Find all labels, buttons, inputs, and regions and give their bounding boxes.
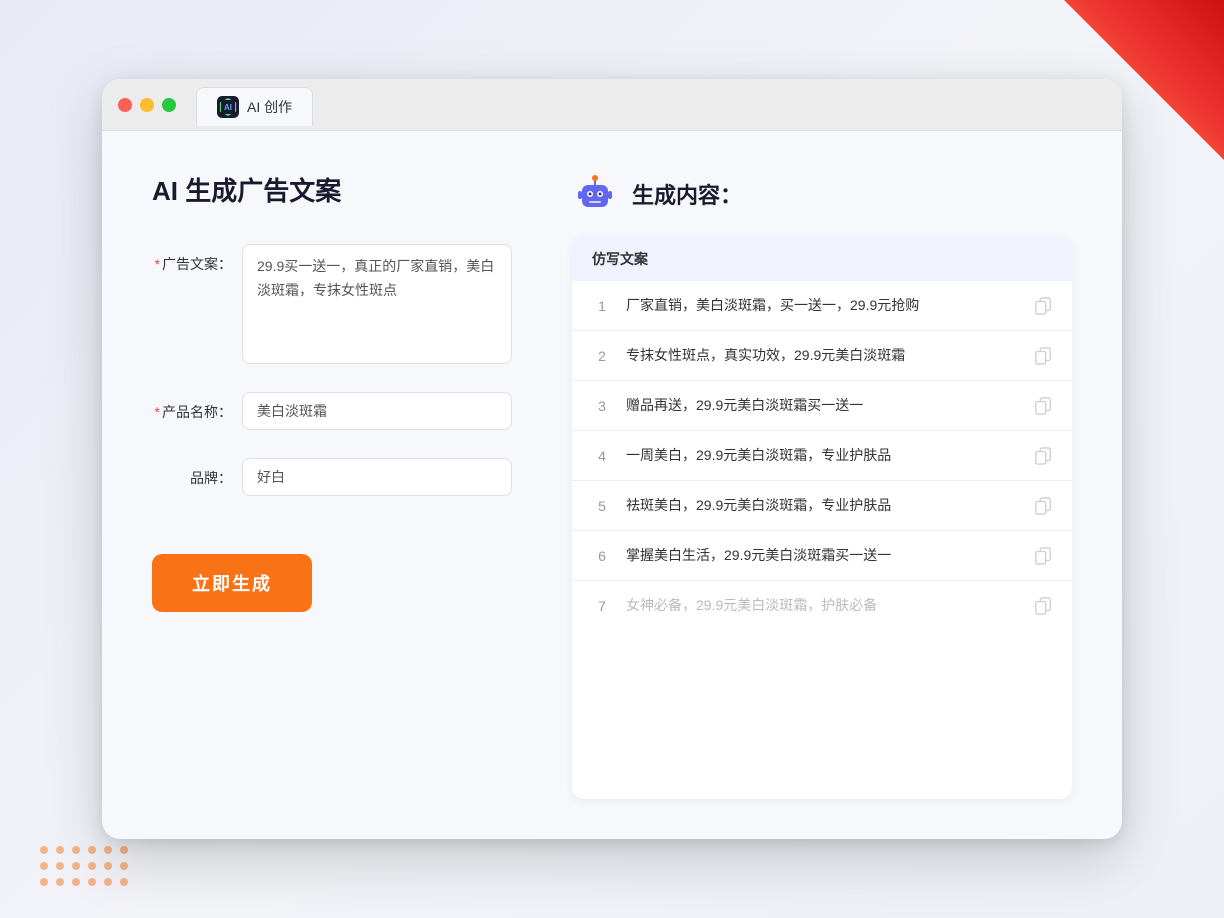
brand-group: 品牌： [152,458,512,496]
ad-copy-group: *广告文案： [152,244,512,364]
row-number: 6 [592,548,612,564]
copy-icon[interactable] [1034,397,1052,415]
generate-button[interactable]: 立即生成 [152,554,312,612]
result-table: 仿写文案 1 厂家直销，美白淡斑霜，买一送一，29.9元抢购 2 专抹女性斑点，真实… [572,237,1072,799]
ad-copy-label: *广告文案： [152,244,232,274]
required-star-1: * [155,256,160,272]
copy-icon[interactable] [1034,497,1052,515]
row-text: 专抹女性斑点，真实功效，29.9元美白淡斑霜 [626,345,1020,366]
tab-icon: AI [217,96,239,118]
dots-decoration [40,846,130,888]
table-row: 7 女神必备，29.9元美白淡斑霜，护肤必备 [572,581,1072,630]
browser-window: AI AI 创作 AI 生成广告文案 *广告文案： *产品名称： [102,79,1122,839]
table-row: 6 掌握美白生活，29.9元美白淡斑霜买一送一 [572,531,1072,581]
page-title: AI 生成广告文案 [152,171,512,208]
copy-icon[interactable] [1034,547,1052,565]
copy-icon[interactable] [1034,297,1052,315]
product-name-group: *产品名称： [152,392,512,430]
ad-copy-input[interactable] [242,244,512,364]
table-row: 1 厂家直销，美白淡斑霜，买一送一，29.9元抢购 [572,281,1072,331]
copy-icon[interactable] [1034,597,1052,615]
titlebar: AI AI 创作 [102,79,1122,131]
traffic-lights [118,98,176,112]
required-star-2: * [155,404,160,420]
row-number: 3 [592,398,612,414]
tab-icon-text: AI [224,103,232,112]
right-panel: 生成内容： 仿写文案 1 厂家直销，美白淡斑霜，买一送一，29.9元抢购 2 专抹女… [572,171,1072,799]
row-number: 5 [592,498,612,514]
brand-input[interactable] [242,458,512,496]
result-header: 生成内容： [572,171,1072,217]
main-content: AI 生成广告文案 *广告文案： *产品名称： 品牌： 立 [102,131,1122,839]
table-body: 1 厂家直销，美白淡斑霜，买一送一，29.9元抢购 2 专抹女性斑点，真实功效，29… [572,281,1072,630]
table-row: 5 祛斑美白，29.9元美白淡斑霜，专业护肤品 [572,481,1072,531]
row-text: 女神必备，29.9元美白淡斑霜，护肤必备 [626,595,1020,616]
minimize-button[interactable] [140,98,154,112]
row-number: 2 [592,348,612,364]
row-text: 一周美白，29.9元美白淡斑霜，专业护肤品 [626,445,1020,466]
table-row: 4 一周美白，29.9元美白淡斑霜，专业护肤品 [572,431,1072,481]
row-number: 1 [592,298,612,314]
row-text: 掌握美白生活，29.9元美白淡斑霜买一送一 [626,545,1020,566]
row-number: 4 [592,448,612,464]
robot-icon [572,171,618,217]
row-text: 厂家直销，美白淡斑霜，买一送一，29.9元抢购 [626,295,1020,316]
product-name-input[interactable] [242,392,512,430]
tab-label: AI 创作 [247,97,292,117]
row-text: 赠品再送，29.9元美白淡斑霜买一送一 [626,395,1020,416]
browser-tab[interactable]: AI AI 创作 [196,87,313,126]
product-name-label: *产品名称： [152,392,232,422]
table-row: 2 专抹女性斑点，真实功效，29.9元美白淡斑霜 [572,331,1072,381]
row-text: 祛斑美白，29.9元美白淡斑霜，专业护肤品 [626,495,1020,516]
copy-icon[interactable] [1034,347,1052,365]
copy-icon[interactable] [1034,447,1052,465]
close-button[interactable] [118,98,132,112]
table-row: 3 赠品再送，29.9元美白淡斑霜买一送一 [572,381,1072,431]
left-panel: AI 生成广告文案 *广告文案： *产品名称： 品牌： 立 [152,171,512,799]
brand-label: 品牌： [152,458,232,488]
maximize-button[interactable] [162,98,176,112]
result-title: 生成内容： [632,178,742,210]
table-header: 仿写文案 [572,237,1072,281]
row-number: 7 [592,598,612,614]
